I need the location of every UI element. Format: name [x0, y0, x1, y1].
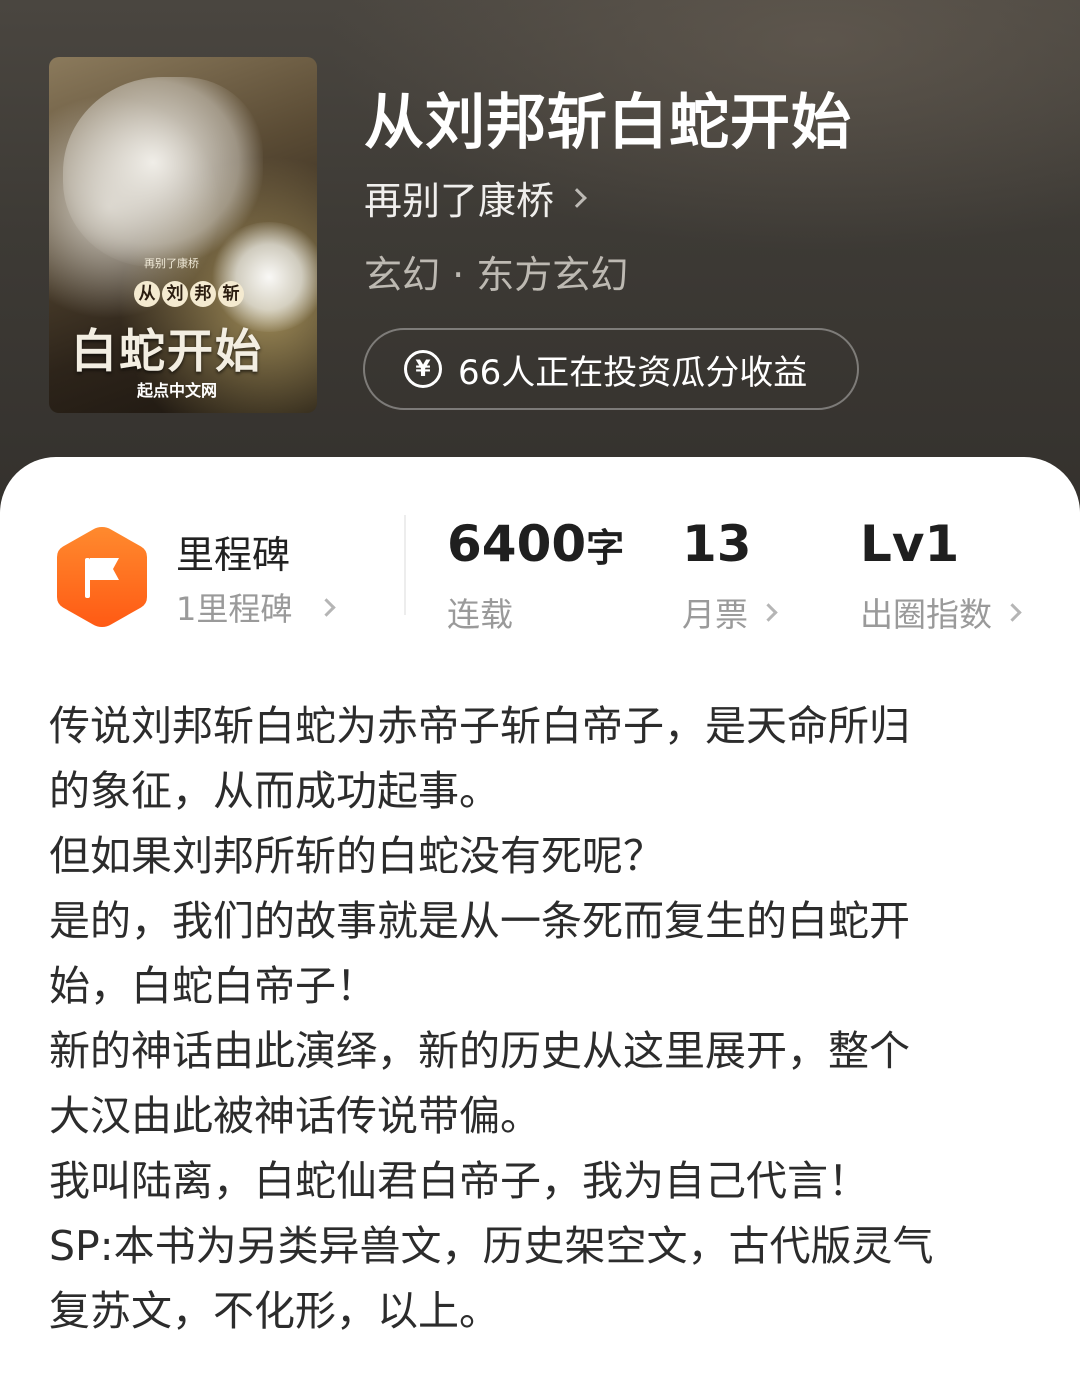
chevron-right-icon	[1003, 602, 1022, 622]
milestone-title[interactable]: 里程碑	[176, 524, 290, 579]
invest-label: 66人正在投资瓜分收益	[458, 352, 808, 393]
book-cover[interactable]: 再别了康桥 从刘邦斩 白蛇开始 起点中文网	[49, 57, 317, 413]
book-synopsis[interactable]: 传说刘邦斩白蛇为赤帝子斩白帝子，是天命所归 的象征，从而成功起事。 但如果刘邦所…	[49, 694, 1039, 1344]
book-genre[interactable]: 玄幻 · 东方玄幻	[364, 244, 628, 299]
synopsis-line: SP:本书为另类异兽文，历史架空文，古代版灵气	[49, 1222, 934, 1270]
author-name: 再别了康桥	[364, 179, 555, 223]
milestone-count-link[interactable]: 1里程碑	[176, 584, 337, 630]
synopsis-line: 传说刘邦斩白蛇为赤帝子斩白帝子，是天命所归	[49, 702, 910, 750]
cover-subtitle-char: 刘	[162, 281, 188, 307]
milestone-count: 1里程碑	[176, 590, 293, 628]
monthly-votes-link[interactable]: 月票	[682, 588, 778, 636]
breakout-index-label: 出圈指数	[860, 595, 992, 634]
breakout-index-link[interactable]: 出圈指数	[860, 588, 1022, 636]
monthly-votes-value[interactable]: 13	[682, 515, 752, 573]
word-count-value: 6400	[447, 515, 587, 573]
chevron-right-icon	[317, 597, 337, 617]
synopsis-line: 我叫陆离，白蛇仙君白帝子，我为自己代言！	[49, 1157, 869, 1205]
serial-status: 连载	[447, 595, 513, 634]
synopsis-line: 大汉由此被神话传说带偏。	[49, 1092, 541, 1140]
synopsis-line: 新的神话由此演绎，新的历史从这里展开，整个	[49, 1027, 910, 1075]
invest-button[interactable]: ¥ 66人正在投资瓜分收益	[363, 328, 859, 410]
cover-subtitle-char: 斩	[218, 281, 244, 307]
chevron-right-icon	[567, 187, 587, 208]
word-count-unit: 字	[586, 526, 625, 570]
author-link[interactable]: 再别了康桥	[364, 170, 587, 225]
synopsis-line: 复苏文，不化形，以上。	[49, 1287, 500, 1335]
cover-subtitle: 从刘邦斩	[134, 281, 246, 307]
synopsis-line: 但如果刘邦所斩的白蛇没有死呢？	[49, 832, 664, 880]
book-header: 再别了康桥 从刘邦斩 白蛇开始 起点中文网 从刘邦斩白蛇开始 再别了康桥 玄幻 …	[0, 0, 1080, 520]
cover-subtitle-char: 邦	[190, 281, 216, 307]
cover-author: 再别了康桥	[144, 257, 199, 270]
chevron-right-icon	[759, 602, 778, 622]
synopsis-line: 是的，我们的故事就是从一条死而复生的白蛇开	[49, 897, 910, 945]
word-count-label: 连载	[447, 588, 513, 636]
cover-publisher: 起点中文网	[137, 381, 218, 400]
monthly-votes-label: 月票	[682, 595, 748, 634]
word-count-stat: 6400字	[447, 515, 624, 573]
book-title: 从刘邦斩白蛇开始	[364, 88, 852, 158]
breakout-index-value[interactable]: Lv1	[860, 515, 959, 573]
synopsis-line: 始，白蛇白帝子！	[49, 962, 377, 1010]
stats-divider	[404, 515, 406, 615]
yen-coin-icon: ¥	[404, 350, 442, 388]
flag-hexagon-icon[interactable]	[55, 525, 149, 629]
synopsis-line: 的象征，从而成功起事。	[49, 767, 500, 815]
cover-title: 白蛇开始	[71, 324, 263, 378]
cover-subtitle-char: 从	[134, 281, 160, 307]
